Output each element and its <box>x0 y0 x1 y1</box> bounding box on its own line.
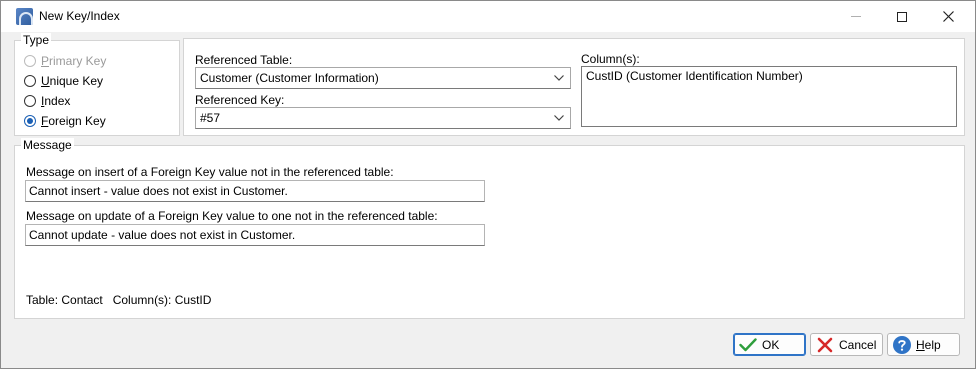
radio-circle-checked <box>24 115 36 127</box>
red-x-icon <box>815 336 835 354</box>
chevron-down-icon[interactable] <box>552 111 566 125</box>
radio-label: Primary Key <box>41 54 107 68</box>
columns-label: Column(s): <box>581 52 640 66</box>
minimize-icon <box>851 16 861 17</box>
help-label: Help <box>916 337 941 352</box>
help-button[interactable]: Help <box>887 333 960 356</box>
close-icon <box>942 11 954 22</box>
referenced-table-label: Referenced Table: <box>195 53 293 67</box>
referenced-key-value: #57 <box>200 111 221 125</box>
radio-circle <box>24 95 36 107</box>
maximize-icon <box>897 11 907 22</box>
close-button[interactable] <box>925 1 971 32</box>
radio-label: Unique Key <box>41 74 104 88</box>
insert-message-field[interactable]: Cannot insert - value does not exist in … <box>25 180 485 202</box>
list-item[interactable]: CustID (Customer Identification Number) <box>586 69 952 83</box>
title-bar[interactable]: New Key/Index <box>1 1 975 32</box>
referenced-table-value: Customer (Customer Information) <box>200 71 379 85</box>
referenced-key-label: Referenced Key: <box>195 93 285 107</box>
radio-label: Index <box>41 94 71 108</box>
cancel-button[interactable]: Cancel <box>810 333 883 356</box>
columns-listbox[interactable]: CustID (Customer Identification Number) <box>581 66 957 127</box>
radio-label: Foreign Key <box>41 114 106 128</box>
referenced-table-combo[interactable]: Customer (Customer Information) <box>195 67 571 89</box>
radio-circle <box>24 55 36 67</box>
update-message-field[interactable]: Cannot update - value does not exist in … <box>25 224 485 246</box>
type-group-legend: Type <box>21 33 52 47</box>
radio-index[interactable]: Index <box>24 93 70 109</box>
radio-primary-key[interactable]: Primary Key <box>24 53 106 69</box>
app-icon <box>16 8 33 25</box>
insert-message-label: Message on insert of a Foreign Key value… <box>26 165 394 179</box>
radio-foreign-key[interactable]: Foreign Key <box>24 113 106 129</box>
insert-message-value: Cannot insert - value does not exist in … <box>29 184 288 198</box>
cancel-label: Cancel <box>839 337 877 352</box>
checkmark-icon <box>738 336 758 354</box>
ok-button[interactable]: OK <box>733 333 806 356</box>
chevron-down-icon[interactable] <box>552 71 566 85</box>
referenced-key-combo[interactable]: #57 <box>195 107 571 129</box>
radio-circle <box>24 75 36 87</box>
table-column-info: Table: Contact Column(s): CustID <box>26 293 212 307</box>
help-icon <box>892 335 912 354</box>
update-message-label: Message on update of a Foreign Key value… <box>26 209 438 223</box>
update-message-value: Cannot update - value does not exist in … <box>29 228 296 242</box>
maximize-button[interactable] <box>879 1 925 32</box>
minimize-button[interactable] <box>833 1 879 32</box>
ok-label: OK <box>762 337 780 352</box>
window-title: New Key/Index <box>39 9 120 23</box>
message-group-legend: Message <box>21 138 74 152</box>
radio-unique-key[interactable]: Unique Key <box>24 73 103 89</box>
dialog-window: New Key/Index Type Primary Key Unique Ke… <box>0 0 976 369</box>
